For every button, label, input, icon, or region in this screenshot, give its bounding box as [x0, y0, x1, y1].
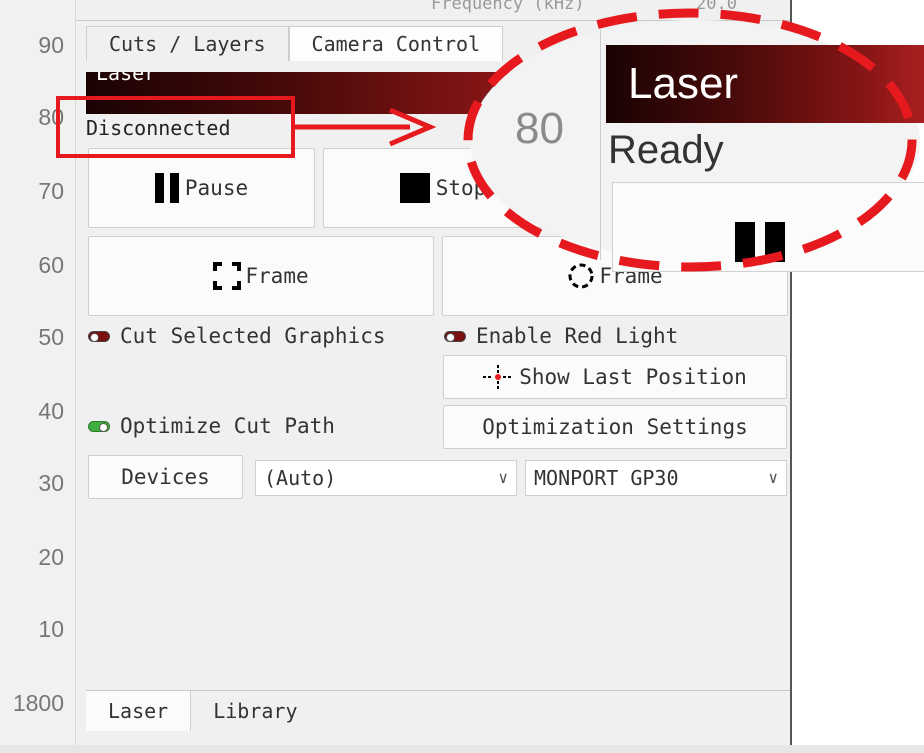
tab-camera-control[interactable]: Camera Control	[288, 26, 504, 61]
zoom-status-ready: Ready	[608, 128, 724, 172]
ruler-tick: 70	[38, 178, 64, 204]
cut-selected-label: Cut Selected Graphics	[120, 324, 386, 348]
tab-library[interactable]: Library	[191, 691, 319, 731]
ruler-tick: 80	[38, 104, 64, 130]
frequency-value: 20.0	[696, 0, 737, 14]
ruler-tick: 60	[38, 252, 64, 278]
window-bottom-edge	[0, 745, 924, 753]
show-last-position-label: Show Last Position	[519, 365, 747, 389]
device-select-value: MONPORT GP30	[534, 466, 679, 490]
optimize-label: Optimize Cut Path	[120, 414, 335, 438]
ruler-tick: 20	[38, 544, 64, 570]
frequency-label: Frequency (kHz)	[431, 0, 585, 14]
tab-laser[interactable]: Laser	[86, 691, 192, 731]
zoom-laser-header: Laser	[606, 45, 924, 123]
ruler-tick: 90	[38, 32, 64, 58]
ruler-tick: 40	[38, 398, 64, 424]
optimize-toggle[interactable]	[88, 421, 110, 432]
pause-button[interactable]: Pause	[88, 148, 315, 228]
optimization-settings-button[interactable]: Optimization Settings	[443, 405, 787, 449]
laser-header-title: Laser	[96, 72, 157, 85]
frame-button[interactable]: Frame	[88, 236, 434, 316]
zoom-ruler-edge	[600, 30, 601, 260]
red-light-label: Enable Red Light	[476, 324, 679, 348]
ruler-tick: 1800	[12, 690, 64, 716]
crosshair-icon	[483, 365, 514, 389]
ruler-tick: 30	[38, 470, 64, 496]
tab-cuts-layers[interactable]: Cuts / Layers	[86, 26, 289, 61]
cut-selected-toggle[interactable]	[88, 331, 110, 342]
frame-label: Frame	[245, 264, 309, 288]
pause-icon	[154, 173, 179, 203]
port-select[interactable]: (Auto) ∨	[255, 460, 517, 496]
devices-button[interactable]: Devices	[88, 455, 243, 499]
stop-label: Stop	[435, 176, 487, 200]
highlight-box	[56, 96, 295, 158]
frequency-strip: Frequency (kHz) 20.0	[76, 0, 790, 21]
device-select[interactable]: MONPORT GP30 ∨	[525, 460, 787, 496]
port-select-value: (Auto)	[264, 466, 337, 490]
frame-circle-icon	[568, 263, 594, 289]
chevron-down-icon: ∨	[768, 468, 778, 487]
panel-tabs: Cuts / Layers Camera Control	[86, 26, 504, 61]
show-last-position-button[interactable]: Show Last Position	[443, 355, 787, 399]
zoom-pause-icon	[735, 222, 785, 262]
ruler-tick: 10	[38, 616, 64, 642]
red-light-toggle[interactable]	[444, 331, 466, 342]
bottom-tabs: Laser Library	[86, 690, 790, 731]
frame-rect-icon	[213, 262, 242, 290]
zoom-ruler-tick: 80	[515, 104, 564, 153]
ruler-tick: 50	[38, 324, 64, 350]
chevron-down-icon: ∨	[498, 468, 508, 487]
stop-icon	[399, 173, 430, 203]
pause-label: Pause	[184, 176, 249, 200]
